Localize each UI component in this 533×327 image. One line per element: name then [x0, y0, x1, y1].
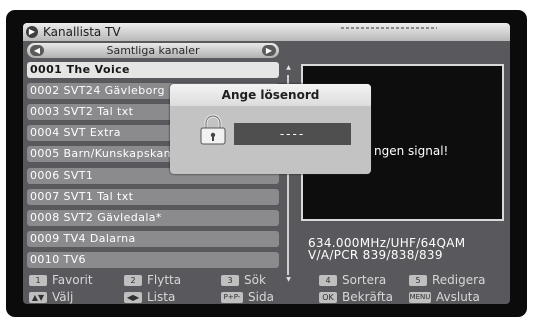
channel-info: 634.000MHz/UHF/64QAM V/A/PCR 839/838/839 — [308, 237, 465, 261]
help-label: Sök — [244, 273, 266, 287]
scroll-down-icon[interactable]: ▼ — [285, 277, 292, 283]
chevron-left-icon[interactable]: ◀ — [30, 45, 44, 56]
help-favorit: 1 Favorit — [29, 273, 93, 288]
menu-key-icon: MENU — [409, 292, 431, 303]
pid-text: V/A/PCR 839/838/839 — [308, 248, 443, 262]
key-5-icon: 5 — [409, 275, 427, 286]
help-label: Lista — [147, 290, 176, 304]
help-label: Välj — [52, 290, 74, 304]
title-bar: ▶ Kanallista TV — [23, 23, 510, 41]
channel-row[interactable]: 0001 The Voice — [27, 62, 279, 78]
help-label: Avsluta — [436, 290, 480, 304]
help-sortera: 4 Sortera — [319, 273, 386, 288]
key-4-icon: 4 — [319, 275, 337, 286]
help-label: Redigera — [432, 273, 486, 287]
help-label: Flytta — [147, 273, 182, 287]
channel-group-label: Samtliga kanaler — [106, 44, 200, 57]
channel-group-selector[interactable]: Samtliga kanaler ◀ ▶ — [27, 43, 279, 58]
ok-key-icon: OK — [319, 292, 337, 303]
help-label: Favorit — [52, 273, 93, 287]
help-flytta: 2 Flytta — [124, 273, 181, 288]
title-decoration — [341, 27, 437, 29]
chevron-right-icon[interactable]: ▶ — [262, 45, 276, 56]
key-1-icon: 1 — [29, 275, 47, 286]
page-keys-icon: P+P- — [221, 292, 243, 303]
lock-icon — [200, 114, 226, 145]
password-field[interactable]: ---- — [234, 123, 351, 145]
help-lista: ◀▶ Lista — [124, 290, 175, 304]
dialog-title: Ange lösenord — [170, 84, 371, 106]
menu-bullet-icon: ▶ — [26, 26, 38, 38]
left-right-arrows-icon: ◀▶ — [124, 292, 142, 303]
signal-status: ngen signal! — [374, 144, 449, 158]
help-sida: P+P- Sida — [221, 290, 274, 304]
password-dialog: Ange lösenord ---- — [170, 84, 371, 174]
channel-row[interactable]: 0010 TV6 — [27, 252, 279, 268]
help-label: Sida — [248, 290, 274, 304]
up-down-arrows-icon: ▲▼ — [29, 292, 47, 303]
page-title: Kanallista TV — [43, 25, 121, 39]
channel-row[interactable]: 0007 SVT1 Tal txt — [27, 189, 279, 205]
help-redigera: 5 Redigera — [409, 273, 485, 288]
help-label: Sortera — [342, 273, 387, 287]
channel-row[interactable]: 0009 TV4 Dalarna — [27, 231, 279, 247]
help-sok: 3 Sök — [221, 273, 266, 288]
help-avsluta: MENU Avsluta — [409, 290, 480, 304]
channel-row[interactable]: 0008 SVT2 Gävledala* — [27, 210, 279, 226]
key-2-icon: 2 — [124, 275, 142, 286]
help-valj: ▲▼ Välj — [29, 290, 73, 304]
scroll-up-icon[interactable]: ▲ — [285, 65, 292, 71]
key-3-icon: 3 — [221, 275, 239, 286]
help-bekrafta: OK Bekräfta — [319, 290, 393, 304]
help-label: Bekräfta — [342, 290, 393, 304]
